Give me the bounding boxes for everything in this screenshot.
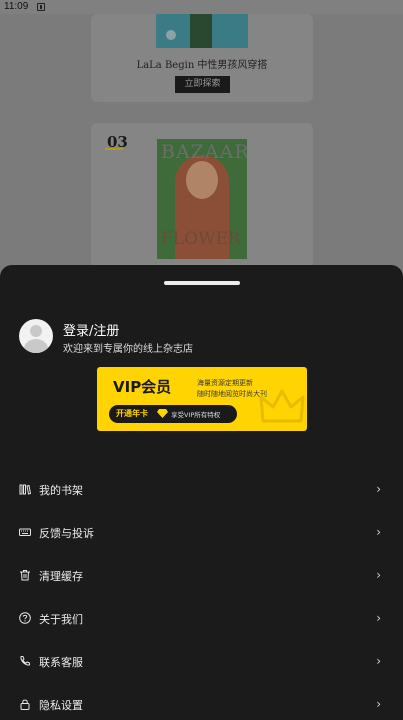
menu-item-label: 联系客服: [39, 656, 83, 669]
menu-item-about[interactable]: 关于我们 ›: [0, 598, 403, 641]
menu-item-clear-cache[interactable]: 清理缓存 ›: [0, 555, 403, 598]
magazine-cover: BAZAAR FLOWER: [157, 139, 247, 259]
bookshelf-icon: [19, 484, 31, 495]
status-time: 11:09: [4, 1, 29, 12]
vip-membership-card[interactable]: VIP会员 海量资源定期更新 随时随地阅览时尚大刊 开通年卡 享受VIP所有特权: [97, 367, 307, 431]
lock-icon: [20, 699, 30, 710]
account-bottom-sheet: 登录/注册 欢迎来到专属你的线上杂志店 VIP会员 海量资源定期更新 随时随地阅…: [0, 265, 403, 720]
notification-icon: [37, 3, 45, 11]
open-annual-card-label: 开通年卡: [116, 409, 148, 418]
settings-menu: 我的书架 › 反馈与投诉 › 清理缓存 › 关于我们 › 联系客服 › 隐私设置…: [0, 469, 403, 720]
menu-item-bookshelf[interactable]: 我的书架 ›: [0, 469, 403, 512]
question-icon: [19, 612, 31, 624]
cover-headline: FLOWER: [161, 229, 241, 249]
vip-desc-line: 随时随地阅览时尚大刊: [197, 390, 267, 398]
menu-item-label: 关于我们: [39, 613, 83, 626]
menu-item-label: 清理缓存: [39, 570, 83, 583]
menu-item-feedback[interactable]: 反馈与投诉 ›: [0, 512, 403, 555]
trash-icon: [20, 570, 30, 581]
vip-title: VIP会员: [113, 378, 172, 396]
welcome-text: 欢迎来到专属你的线上杂志店: [63, 344, 193, 355]
menu-item-label: 隐私设置: [39, 699, 83, 712]
avatar[interactable]: [19, 319, 53, 353]
chevron-right-icon: ›: [376, 697, 381, 711]
magazine-card-image: [156, 14, 248, 48]
menu-item-privacy[interactable]: 隐私设置 ›: [0, 684, 403, 720]
crown-icon: [259, 389, 305, 423]
phone-icon: [20, 656, 30, 666]
chevron-right-icon: ›: [376, 482, 381, 496]
vip-desc-line: 海量资源定期更新: [197, 379, 253, 387]
drag-handle[interactable]: [164, 281, 240, 285]
cover-masthead: BAZAAR: [161, 141, 247, 163]
chevron-right-icon: ›: [376, 525, 381, 539]
chevron-right-icon: ›: [376, 568, 381, 582]
magazine-card-title: LaLa Begin 中性男孩风穿搭: [136, 60, 268, 71]
card-number: 03: [105, 133, 128, 151]
login-register-link[interactable]: 登录/注册: [63, 320, 119, 339]
magazine-card[interactable]: 03 BAZAAR FLOWER: [91, 123, 313, 273]
chevron-right-icon: ›: [376, 611, 381, 625]
menu-item-customer-service[interactable]: 联系客服 ›: [0, 641, 403, 684]
menu-item-label: 反馈与投诉: [39, 527, 94, 540]
magazine-card[interactable]: LaLa Begin 中性男孩风穿搭 立即探索: [91, 14, 313, 102]
chevron-right-icon: ›: [376, 654, 381, 668]
open-annual-card-button[interactable]: 开通年卡 享受VIP所有特权: [109, 405, 237, 423]
vip-description: 海量资源定期更新 随时随地阅览时尚大刊: [197, 378, 267, 400]
vip-benefit-text: 享受VIP所有特权: [171, 411, 221, 419]
status-bar: 11:09: [0, 0, 403, 14]
explore-button[interactable]: 立即探索: [175, 76, 230, 93]
menu-item-label: 我的书架: [39, 484, 83, 497]
keyboard-icon: [19, 528, 31, 536]
diamond-icon: [157, 409, 168, 418]
